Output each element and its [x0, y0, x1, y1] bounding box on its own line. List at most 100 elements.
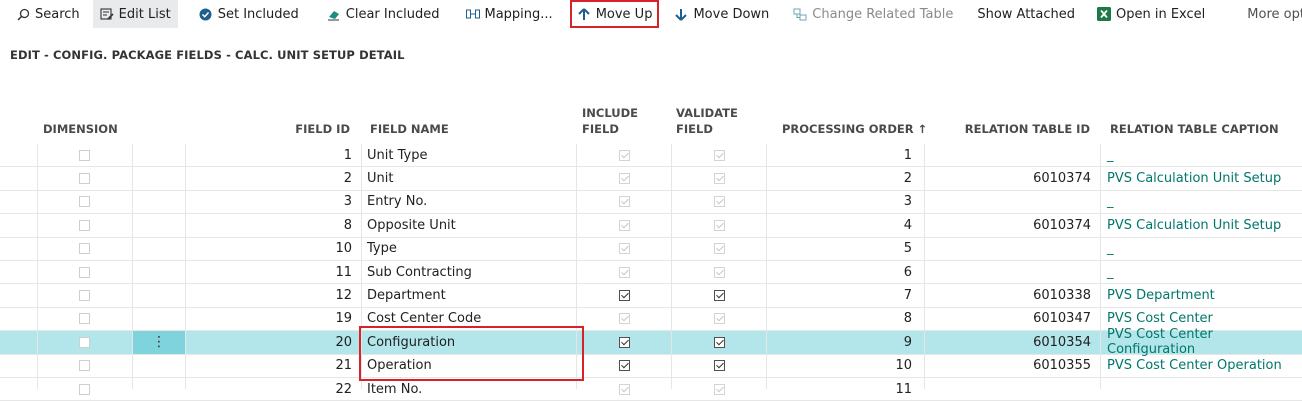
- column-header-relation-table-caption[interactable]: RELATION TABLE CAPTION: [1110, 121, 1279, 137]
- validate-field-cell[interactable]: [672, 378, 767, 400]
- column-header-relation-table-id[interactable]: RELATION TABLE ID: [940, 121, 1090, 137]
- dimension-checkbox[interactable]: [79, 336, 90, 348]
- more-vertical-icon[interactable]: ⋮: [152, 334, 166, 350]
- relation-table-caption-link[interactable]: [1107, 378, 1297, 400]
- relation-table-id-cell[interactable]: 6010355: [925, 355, 1091, 377]
- relation-table-caption-link[interactable]: _: [1107, 191, 1297, 213]
- validate-field-cell[interactable]: [672, 308, 767, 330]
- processing-order-cell[interactable]: 8: [767, 308, 912, 330]
- dimension-cell[interactable]: [37, 214, 132, 236]
- move-down-button[interactable]: Move Down: [667, 0, 776, 28]
- move-up-button[interactable]: Move Up: [569, 0, 660, 28]
- dimension-checkbox[interactable]: [79, 383, 90, 395]
- processing-order-cell[interactable]: 10: [767, 355, 912, 377]
- validate-field-checkbox[interactable]: [714, 266, 725, 278]
- relation-table-id-cell[interactable]: [925, 238, 1091, 260]
- field-name-cell[interactable]: Sub Contracting: [367, 261, 572, 283]
- include-field-checkbox[interactable]: [619, 266, 630, 278]
- relation-table-caption-link[interactable]: PVS Calculation Unit Setup: [1107, 214, 1297, 236]
- dimension-cell[interactable]: [37, 355, 132, 377]
- validate-field-cell[interactable]: [672, 191, 767, 213]
- relation-table-id-cell[interactable]: [925, 191, 1091, 213]
- relation-table-id-cell[interactable]: [925, 378, 1091, 400]
- search-button[interactable]: Search: [0, 0, 87, 28]
- relation-table-id-cell[interactable]: 6010354: [925, 331, 1091, 353]
- relation-table-caption-link[interactable]: PVS Department: [1107, 284, 1297, 306]
- relation-table-caption-link[interactable]: PVS Calculation Unit Setup: [1107, 167, 1297, 189]
- table-row[interactable]: 1 Unit Type 1 _: [0, 144, 1302, 168]
- dimension-cell[interactable]: [37, 191, 132, 213]
- include-field-cell[interactable]: [577, 308, 672, 330]
- table-row[interactable]: 22 Item No. 11: [0, 378, 1302, 401]
- field-name-cell[interactable]: Unit: [367, 167, 572, 189]
- table-row[interactable]: 10 Type 5 _: [0, 238, 1302, 261]
- relation-table-caption-link[interactable]: _: [1107, 261, 1297, 283]
- include-field-cell[interactable]: [577, 284, 672, 306]
- include-field-cell[interactable]: [577, 355, 672, 377]
- validate-field-cell[interactable]: [672, 355, 767, 377]
- include-field-checkbox[interactable]: [619, 243, 630, 255]
- field-name-cell[interactable]: Type: [367, 238, 572, 260]
- include-field-checkbox[interactable]: [619, 383, 630, 395]
- validate-field-checkbox[interactable]: [714, 173, 725, 185]
- relation-table-id-cell[interactable]: 6010374: [925, 167, 1091, 189]
- processing-order-cell[interactable]: 7: [767, 284, 912, 306]
- include-field-cell[interactable]: [577, 214, 672, 236]
- processing-order-cell[interactable]: 11: [767, 378, 912, 400]
- open-in-excel-button[interactable]: Open in Excel: [1090, 0, 1212, 28]
- dimension-checkbox[interactable]: [79, 290, 90, 302]
- include-field-checkbox[interactable]: [619, 173, 630, 185]
- dimension-cell[interactable]: [37, 331, 132, 353]
- field-name-cell[interactable]: Entry No.: [367, 191, 572, 213]
- relation-table-id-cell[interactable]: [925, 261, 1091, 283]
- validate-field-cell[interactable]: [672, 144, 767, 166]
- set-included-button[interactable]: Set Included: [192, 0, 306, 28]
- relation-table-id-cell[interactable]: 6010338: [925, 284, 1091, 306]
- table-row[interactable]: 2 Unit 2 6010374 PVS Calculation Unit Se…: [0, 167, 1302, 191]
- processing-order-cell[interactable]: 2: [767, 167, 912, 189]
- show-attached-button[interactable]: Show Attached: [970, 0, 1082, 28]
- include-field-cell[interactable]: [577, 238, 672, 260]
- dimension-cell[interactable]: [37, 144, 132, 166]
- validate-field-checkbox[interactable]: [714, 149, 725, 161]
- table-row[interactable]: 11 Sub Contracting 6 _: [0, 261, 1302, 285]
- relation-table-id-cell[interactable]: 6010374: [925, 214, 1091, 236]
- validate-field-cell[interactable]: [672, 261, 767, 283]
- table-row[interactable]: 21 Operation 10 6010355 PVS Cost Center …: [0, 355, 1302, 378]
- validate-field-cell[interactable]: [672, 331, 767, 353]
- dimension-cell[interactable]: [37, 378, 132, 400]
- field-name-cell[interactable]: Opposite Unit: [367, 214, 572, 236]
- validate-field-checkbox[interactable]: [714, 313, 725, 325]
- dimension-cell[interactable]: [37, 284, 132, 306]
- field-name-cell[interactable]: Department: [367, 284, 572, 306]
- row-actions-cell[interactable]: ⋮: [133, 331, 185, 354]
- include-field-checkbox[interactable]: [619, 196, 630, 208]
- change-related-table-button[interactable]: Change Related Table: [786, 0, 960, 28]
- validate-field-checkbox[interactable]: [714, 219, 725, 231]
- column-header-field-id[interactable]: FIELD ID: [250, 121, 350, 137]
- include-field-cell[interactable]: [577, 167, 672, 189]
- relation-table-id-cell[interactable]: 6010347: [925, 308, 1091, 330]
- validate-field-cell[interactable]: [672, 214, 767, 236]
- validate-field-checkbox[interactable]: [714, 336, 725, 348]
- dimension-checkbox[interactable]: [79, 149, 90, 161]
- dimension-cell[interactable]: [37, 261, 132, 283]
- field-name-cell[interactable]: Unit Type: [367, 144, 572, 166]
- validate-field-checkbox[interactable]: [714, 290, 725, 302]
- dimension-checkbox[interactable]: [79, 173, 90, 185]
- dimension-checkbox[interactable]: [79, 243, 90, 255]
- table-row[interactable]: ⋮ 20 Configuration 9 6010354 PVS Cost Ce…: [0, 327, 1302, 357]
- processing-order-cell[interactable]: 4: [767, 214, 912, 236]
- table-row[interactable]: 12 Department 7 6010338 PVS Department: [0, 284, 1302, 308]
- validate-field-checkbox[interactable]: [714, 360, 725, 372]
- include-field-checkbox[interactable]: [619, 360, 630, 372]
- processing-order-cell[interactable]: 3: [767, 191, 912, 213]
- dimension-checkbox[interactable]: [79, 360, 90, 372]
- column-header-dimension[interactable]: DIMENSION: [43, 121, 118, 137]
- validate-field-checkbox[interactable]: [714, 383, 725, 395]
- dimension-cell[interactable]: [37, 238, 132, 260]
- validate-field-cell[interactable]: [672, 284, 767, 306]
- processing-order-cell[interactable]: 5: [767, 238, 912, 260]
- validate-field-checkbox[interactable]: [714, 243, 725, 255]
- dimension-checkbox[interactable]: [79, 219, 90, 231]
